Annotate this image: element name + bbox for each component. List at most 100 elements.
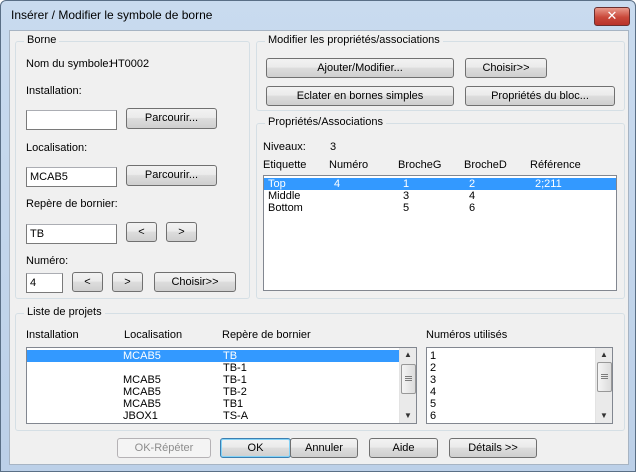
- numero-choose-button[interactable]: Choisir>>: [154, 272, 236, 292]
- property-cell: 6: [469, 202, 476, 214]
- used-numbers-list[interactable]: 1 2 3 4 5 6 ▲ ▼: [426, 347, 613, 424]
- borne-group: Borne Nom du symbole: HT0002 Installatio…: [15, 34, 250, 299]
- used-number-item[interactable]: 6: [430, 410, 436, 422]
- used-number-item[interactable]: 3: [430, 374, 436, 386]
- grip-line: [405, 376, 412, 377]
- properties-list[interactable]: Top 4 1 2 2;211 Middle 3 4 Bottom 5 6: [263, 175, 617, 291]
- used-number-item[interactable]: 2: [430, 362, 436, 374]
- project-row[interactable]: MCAB5 TB1: [27, 398, 399, 410]
- scroll-thumb[interactable]: [597, 362, 612, 392]
- col-localisation: Localisation: [124, 329, 183, 341]
- scroll-down-icon[interactable]: ▼: [596, 409, 612, 423]
- repere-next-button[interactable]: >: [166, 222, 197, 242]
- col-etiquette: Etiquette: [263, 159, 307, 171]
- col-broched: BrocheD: [464, 159, 507, 171]
- projects-scrollbar[interactable]: ▲ ▼: [399, 348, 416, 423]
- symbol-name-value: HT0002: [110, 58, 150, 70]
- properties-group: Propriétés/Associations Niveaux: 3 Etiqu…: [256, 116, 625, 299]
- explode-button[interactable]: Eclater en bornes simples: [266, 86, 454, 106]
- property-cell: Top: [268, 178, 286, 190]
- borne-group-label: Borne: [24, 34, 60, 46]
- property-row[interactable]: Middle 3 4: [264, 190, 616, 202]
- project-cell: MCAB5: [123, 398, 161, 410]
- block-properties-button[interactable]: Propriétés du bloc...: [465, 86, 615, 106]
- numero-field[interactable]: 4: [26, 273, 63, 293]
- properties-group-label: Propriétés/Associations: [265, 116, 386, 128]
- project-row[interactable]: JBOX1 TS-A: [27, 410, 399, 422]
- col-brocheg: BrocheG: [398, 159, 442, 171]
- choose-association-button[interactable]: Choisir>>: [465, 58, 547, 78]
- project-row[interactable]: MCAB5 TB-2: [27, 386, 399, 398]
- repere-label: Repère de bornier:: [26, 198, 118, 210]
- modifier-group: Modifier les propriétés/associations Ajo…: [256, 34, 625, 111]
- project-cell: TB-1: [223, 374, 247, 386]
- installation-field[interactable]: [26, 110, 117, 130]
- grip-line: [405, 380, 412, 381]
- browse-installation-button[interactable]: Parcourir...: [126, 108, 217, 129]
- grip-line: [601, 378, 608, 379]
- repere-field[interactable]: TB: [26, 224, 117, 244]
- project-cell: JBOX1: [123, 410, 158, 422]
- col-repere: Repère de bornier: [222, 329, 311, 341]
- property-cell: 3: [403, 190, 410, 202]
- levels-value: 3: [330, 141, 337, 153]
- scroll-thumb[interactable]: [401, 364, 416, 394]
- symbol-name-label: Nom du symbole:: [26, 58, 112, 70]
- used-number-item[interactable]: 4: [430, 386, 436, 398]
- projects-group-label: Liste de projets: [24, 306, 105, 318]
- scroll-up-icon[interactable]: ▲: [400, 348, 416, 362]
- projects-group: Liste de projets Installation Localisati…: [15, 306, 625, 431]
- modifier-group-label: Modifier les propriétés/associations: [265, 34, 443, 46]
- grip-line: [405, 378, 412, 379]
- used-numbers-label: Numéros utilisés: [426, 329, 508, 341]
- details-button[interactable]: Détails >>: [449, 438, 537, 458]
- project-cell: TS-A: [223, 410, 249, 422]
- project-cell: MCAB5: [123, 350, 161, 362]
- repere-prev-button[interactable]: <: [126, 222, 157, 242]
- used-numbers-scrollbar[interactable]: ▲ ▼: [595, 348, 612, 423]
- close-button[interactable]: ✕: [594, 7, 630, 26]
- title-bar[interactable]: Insérer / Modifier le symbole de borne ✕: [1, 1, 635, 29]
- project-cell: TB-1: [223, 362, 247, 374]
- project-cell: MCAB5: [123, 374, 161, 386]
- projects-list[interactable]: MCAB5 TB TB-1 MCAB5 TB-1 MCAB5 TB-2 MCAB…: [26, 347, 417, 424]
- installation-label: Installation:: [26, 85, 82, 97]
- dialog-window: Insérer / Modifier le symbole de borne ✕…: [0, 0, 636, 472]
- project-cell: MCAB5: [123, 386, 161, 398]
- used-number-item[interactable]: 1: [430, 350, 436, 362]
- col-reference: Référence: [530, 159, 581, 171]
- property-row[interactable]: Bottom 5 6: [264, 202, 616, 214]
- scroll-up-icon[interactable]: ▲: [596, 348, 612, 362]
- used-number-item[interactable]: 5: [430, 398, 436, 410]
- property-cell: 2;211: [535, 178, 562, 190]
- window-title: Insérer / Modifier le symbole de borne: [11, 8, 213, 22]
- project-row[interactable]: MCAB5 TB-1: [27, 374, 399, 386]
- close-icon: ✕: [606, 8, 618, 23]
- property-row[interactable]: Top 4 1 2 2;211: [264, 178, 616, 190]
- browse-localisation-button[interactable]: Parcourir...: [126, 165, 217, 186]
- grip-line: [601, 376, 608, 377]
- property-cell: 2: [469, 178, 476, 190]
- project-cell: TB1: [223, 398, 244, 410]
- property-cell: 4: [469, 190, 476, 202]
- numero-next-button[interactable]: >: [112, 272, 143, 292]
- property-cell: 5: [403, 202, 410, 214]
- localisation-label: Localisation:: [26, 142, 88, 154]
- col-installation: Installation: [26, 329, 79, 341]
- ok-button[interactable]: OK: [220, 438, 291, 458]
- project-row[interactable]: TB-1: [27, 362, 399, 374]
- add-modify-button[interactable]: Ajouter/Modifier...: [266, 58, 454, 78]
- col-numero: Numéro: [329, 159, 369, 171]
- property-cell: Bottom: [268, 202, 303, 214]
- property-cell: 4: [334, 178, 341, 190]
- ok-repeat-button[interactable]: OK-Répéter: [117, 438, 211, 458]
- project-cell: TB: [223, 350, 238, 362]
- project-row[interactable]: MCAB5 TB: [27, 350, 399, 362]
- localisation-field[interactable]: MCAB5: [26, 167, 117, 187]
- property-cell: 1: [403, 178, 410, 190]
- cancel-button[interactable]: Annuler: [290, 438, 358, 458]
- levels-label: Niveaux:: [263, 141, 306, 153]
- numero-prev-button[interactable]: <: [72, 272, 103, 292]
- scroll-down-icon[interactable]: ▼: [400, 409, 416, 423]
- help-button[interactable]: Aide: [369, 438, 438, 458]
